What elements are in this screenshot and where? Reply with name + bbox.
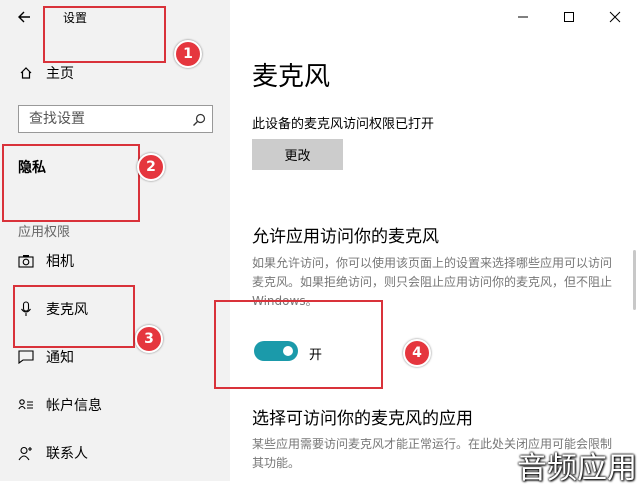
device-access-status: 此设备的麦克风访问权限已打开 [252,117,435,132]
watermark: 音频应用 [517,451,637,486]
scrollbar[interactable] [633,250,636,310]
search-box[interactable] [18,105,213,133]
sidebar-item-camera[interactable]: 相机 [18,249,74,273]
page-title: 麦克风 [252,62,331,92]
account-info-icon [18,397,34,413]
sidebar-item-label: 主页 [46,66,74,82]
sidebar: 设置 主页 隐私 应用权限 相机 麦克风 通知 帐户信息 [0,0,230,481]
sidebar-item-home[interactable]: 主页 [18,61,74,85]
allow-access-heading: 允许应用访问你的麦克风 [252,227,439,247]
sidebar-item-label: 帐户信息 [46,398,102,414]
group-label: 应用权限 [18,225,71,240]
minimize-button[interactable] [512,6,534,28]
annotation-badge-1: 1 [174,40,202,68]
highlight-box-4 [214,300,383,389]
back-button[interactable] [14,6,36,28]
highlight-box-1 [43,6,166,63]
choose-apps-heading: 选择可访问你的麦克风的应用 [252,409,473,429]
highlight-box-3 [13,285,135,348]
highlight-box-2 [2,144,140,222]
sidebar-item-contacts[interactable]: 联系人 [18,441,88,465]
sidebar-item-account-info[interactable]: 帐户信息 [18,393,102,417]
camera-icon [18,253,34,269]
minimize-icon [518,16,528,18]
contacts-icon [18,445,34,461]
annotation-badge-3: 3 [135,325,163,353]
home-icon [18,65,34,81]
change-button[interactable]: 更改 [252,139,343,170]
notification-icon [18,349,34,365]
sidebar-item-label: 相机 [46,254,74,270]
back-arrow-icon [18,11,30,23]
maximize-icon [564,12,574,22]
search-icon[interactable] [192,112,206,126]
annotation-badge-2: 2 [137,153,165,181]
maximize-button[interactable] [558,6,580,28]
search-input[interactable] [19,106,199,132]
close-button[interactable] [604,6,626,28]
sidebar-item-label: 联系人 [46,446,88,462]
annotation-badge-4: 4 [403,339,431,367]
sidebar-item-label: 通知 [46,350,74,366]
sidebar-item-notifications[interactable]: 通知 [18,345,74,369]
close-icon [609,11,621,23]
